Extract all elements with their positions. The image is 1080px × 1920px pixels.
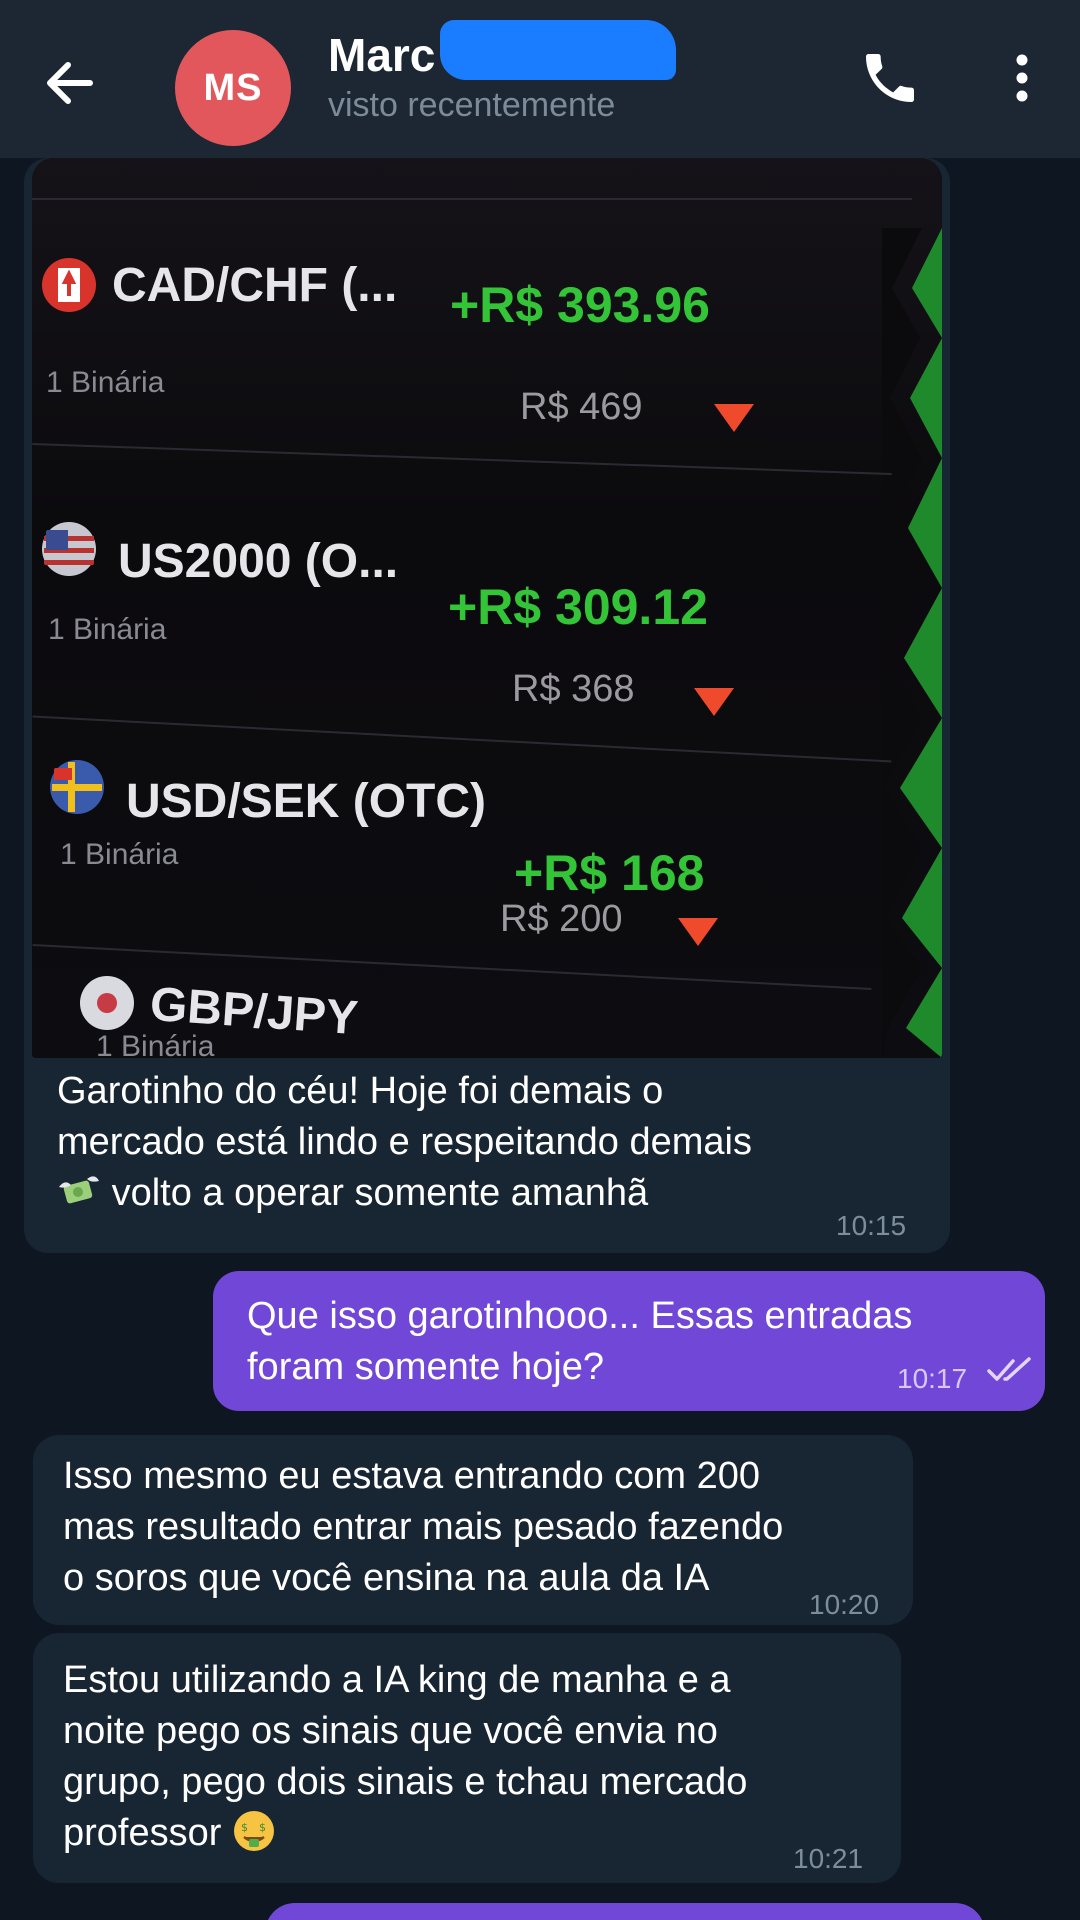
double-check-icon: [987, 1357, 1031, 1381]
contact-name[interactable]: Marc: [328, 28, 435, 82]
outgoing-message[interactable]: Que isso garotinhooo... Essas entradas f…: [213, 1271, 1045, 1411]
pair-type: 1 Binária: [48, 613, 167, 646]
profit-value: +R$ 168: [514, 845, 705, 901]
stake-value: R$ 200: [500, 898, 623, 940]
svg-text:$: $: [241, 1821, 248, 1834]
us-flag-icon: [42, 522, 96, 576]
chart-zigzag-decoration: [882, 228, 942, 1058]
message-line: grupo, pego dois sinais e tchau mercado: [63, 1761, 748, 1803]
name-redaction: [440, 20, 676, 80]
photo-content: CAD/CHF (... 1 Binária +R$ 393.96 R$ 469…: [32, 158, 942, 1058]
row-divider: [32, 442, 892, 476]
message-line: volto a operar somente amanhã: [111, 1172, 649, 1214]
message-time: 10:21: [793, 1843, 864, 1874]
message-time: 10:20: [809, 1589, 880, 1620]
message-line: Garotinho do céu! Hoje foi demais o: [57, 1070, 664, 1112]
usd-sek-flag-icon: [50, 760, 104, 814]
chat-area[interactable]: CAD/CHF (... 1 Binária +R$ 393.96 R$ 469…: [0, 158, 1080, 1920]
pair-type: 1 Binária: [60, 838, 179, 871]
stake-value: R$ 469: [520, 386, 643, 428]
cad-chf-flag-icon: [42, 258, 96, 312]
avatar[interactable]: MS: [175, 30, 291, 146]
arrow-back-icon: [47, 62, 93, 104]
message-line-wrap: professor $ $: [63, 1808, 871, 1859]
row-divider: [32, 715, 892, 763]
more-vertical-icon: [1016, 54, 1028, 102]
message-line: o soros que você ensina na aula da IA: [63, 1557, 710, 1599]
incoming-message[interactable]: Isso mesmo eu estava entrando com 200 ma…: [33, 1435, 913, 1625]
pair-name: USD/SEK (OTC): [126, 775, 486, 828]
message-text: Garotinho do céu! Hoje foi demais o merc…: [57, 1066, 937, 1219]
incoming-message[interactable]: Estou utilizando a IA king de manha e a …: [33, 1633, 901, 1883]
pair-type: 1 Binária: [96, 1030, 215, 1058]
message-line: Isso mesmo eu estava entrando com 200: [63, 1455, 761, 1497]
pair-name: US2000 (O...: [118, 535, 399, 588]
photo-message[interactable]: CAD/CHF (... 1 Binária +R$ 393.96 R$ 469…: [24, 158, 950, 1253]
loss-triangle-icon: [678, 918, 718, 946]
phone-icon: [866, 54, 914, 102]
outgoing-message-partial[interactable]: [265, 1903, 985, 1920]
call-button[interactable]: [858, 46, 922, 110]
message-time: 10:17: [897, 1363, 968, 1394]
back-button[interactable]: [40, 52, 102, 114]
gbp-jpy-flag-icon: [80, 976, 134, 1030]
message-line: mercado está lindo e respeitando demais: [57, 1121, 752, 1163]
avatar-initials: MS: [203, 66, 263, 109]
trading-screenshot-photo[interactable]: CAD/CHF (... 1 Binária +R$ 393.96 R$ 469…: [32, 158, 942, 1058]
profit-value: +R$ 309.12: [448, 579, 708, 635]
chat-header: MS Marc visto recentemente: [0, 0, 1080, 158]
more-options-button[interactable]: [1002, 48, 1042, 108]
message-line-wrap: volto a operar somente amanhã: [57, 1168, 937, 1219]
message-line: Que isso garotinhooo... Essas entradas: [247, 1295, 913, 1337]
message-line: professor: [63, 1812, 222, 1854]
money-mouth-face-emoji-icon: $ $: [233, 1811, 274, 1851]
message-time: 10:15: [836, 1210, 907, 1241]
stake-value: R$ 368: [512, 668, 635, 710]
message-line: Estou utilizando a IA king de manha e a: [63, 1659, 731, 1701]
svg-text:$: $: [259, 1821, 266, 1834]
message-line: mas resultado entrar mais pesado fazendo: [63, 1506, 784, 1548]
pair-type: 1 Binária: [46, 366, 165, 399]
loss-triangle-icon: [714, 404, 754, 432]
money-with-wings-emoji-icon: [59, 1176, 99, 1204]
contact-status: visto recentemente: [328, 86, 616, 124]
row-divider: [32, 198, 912, 200]
message-line: noite pego os sinais que você envia no: [63, 1710, 718, 1752]
profit-value: +R$ 393.96: [450, 277, 710, 333]
pair-name: CAD/CHF (...: [112, 259, 398, 312]
loss-triangle-icon: [694, 688, 734, 716]
